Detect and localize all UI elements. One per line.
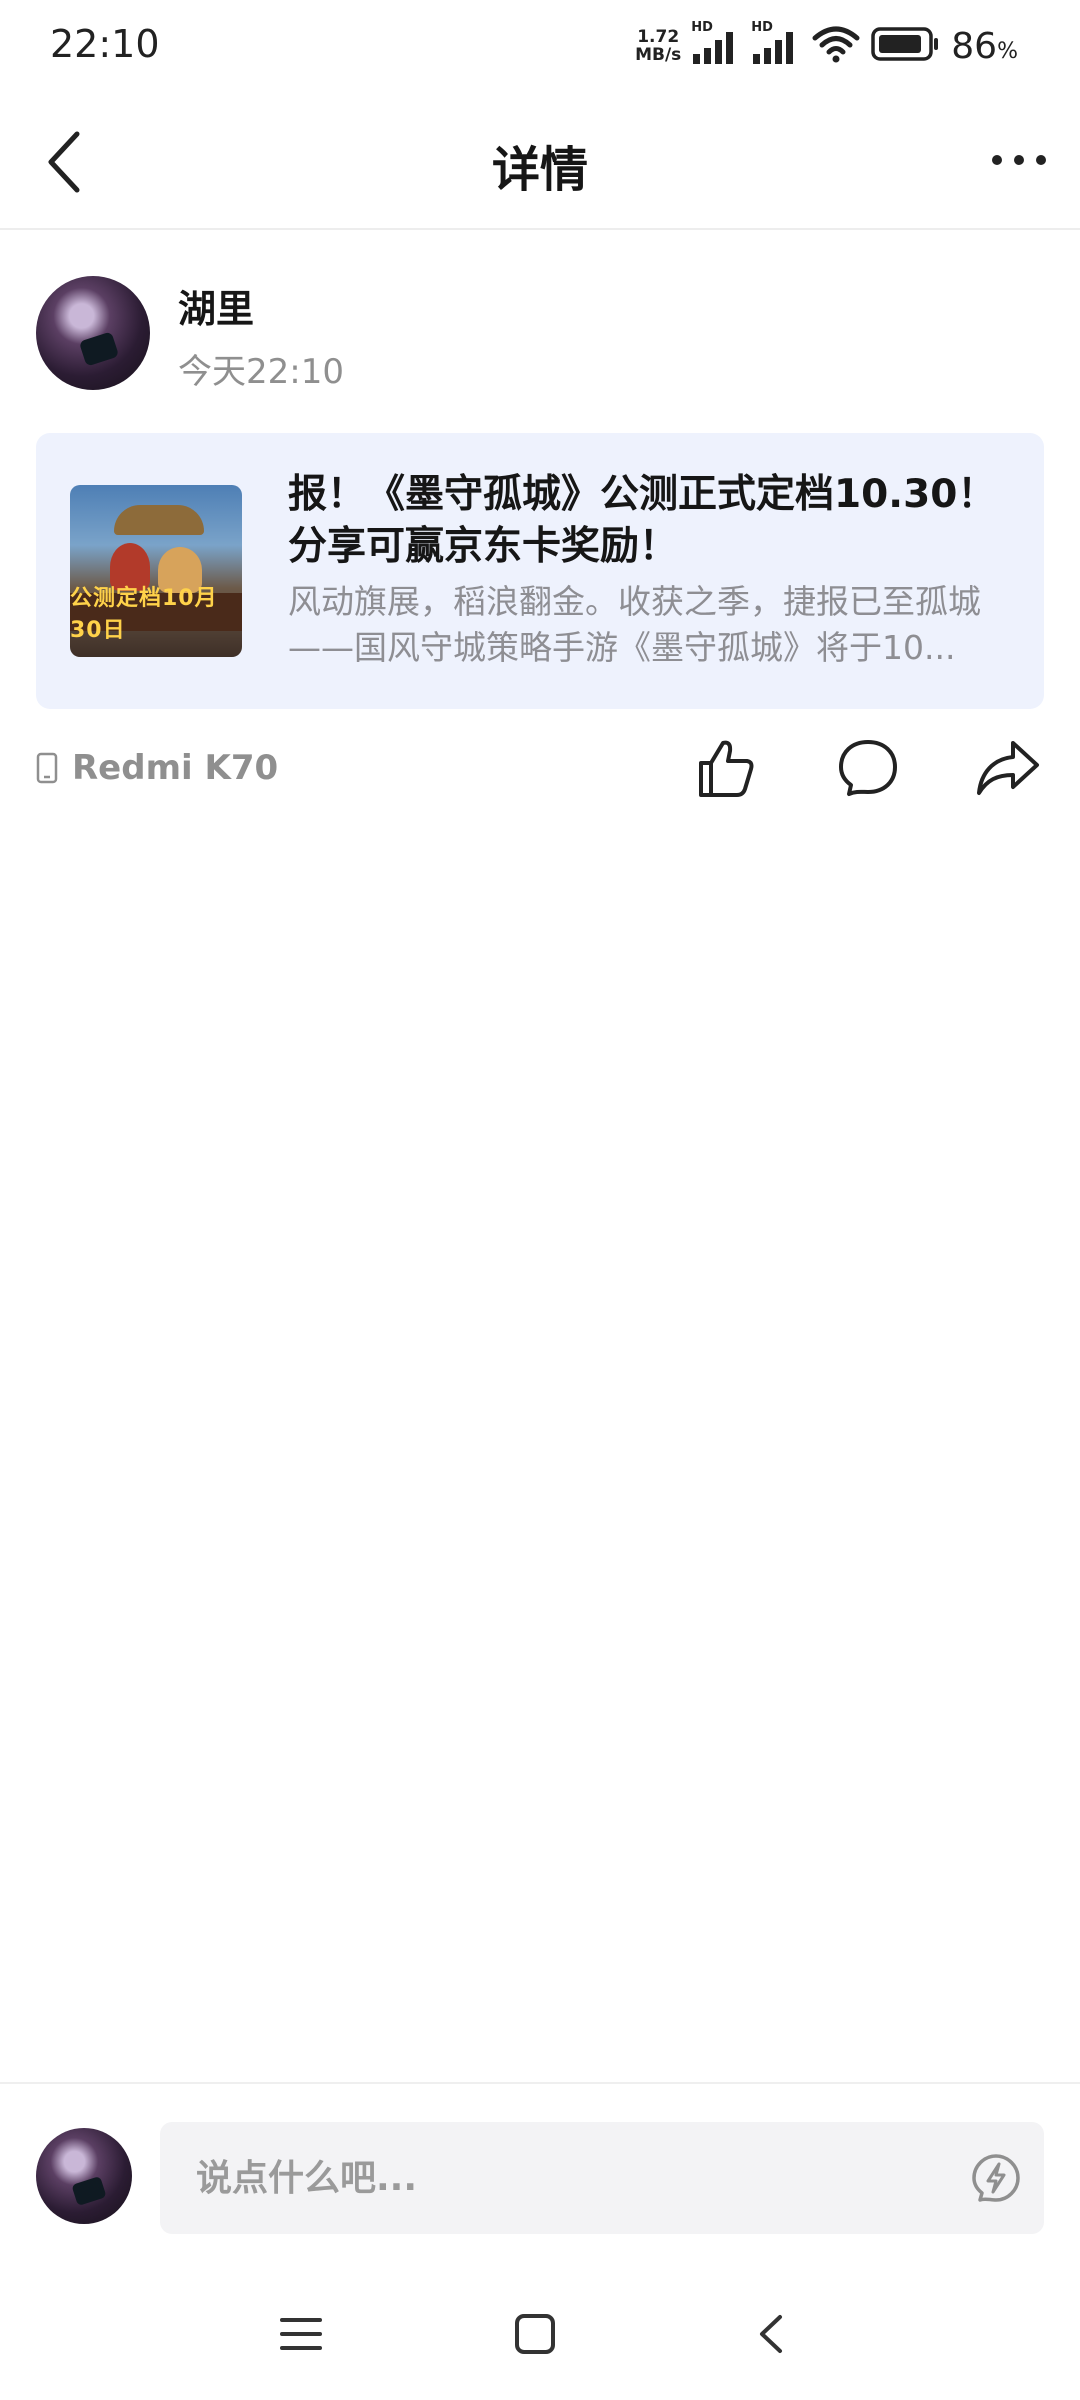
comment-input[interactable]: [160, 2122, 1044, 2234]
home-icon: [515, 2314, 555, 2354]
status-icons: 1.72 MB/s HD HD 86%: [635, 20, 1018, 70]
post-time: 今天22:10: [178, 352, 344, 392]
like-button[interactable]: [686, 728, 766, 808]
share-icon: [977, 741, 1039, 795]
article-title: 报！《墨守孤城》公测正式定档10.30！分享可赢京东卡奖励！: [288, 472, 997, 569]
status-bar: 22:10 1.72 MB/s HD HD 86%: [0, 0, 1080, 90]
comment-bar: [0, 2082, 1080, 2242]
network-speed-value: 1.72: [637, 27, 680, 47]
network-speed-unit: MB/s: [635, 45, 682, 65]
page-title: 详情: [491, 142, 588, 198]
battery-icon: [871, 26, 941, 66]
signal-icon-2: HD: [751, 20, 801, 66]
status-time: 22:10: [50, 22, 160, 66]
thumbnail-caption: 公测定档10月30日: [70, 586, 242, 643]
current-user-avatar[interactable]: [36, 2128, 132, 2224]
battery-percentage: 86%: [951, 26, 1018, 67]
quick-reply-button[interactable]: [968, 2150, 1024, 2206]
menu-icon: [280, 2318, 322, 2350]
article-description: 风动旗展，稻浪翻金。收获之季，捷报已至孤城——国风守城策略手游《墨守孤城》将于1…: [288, 582, 981, 667]
system-navigation-bar: [0, 2290, 1080, 2380]
lightning-icon: [972, 2154, 1020, 2202]
system-back-button[interactable]: [736, 2302, 806, 2366]
author-name[interactable]: 湖里: [178, 278, 254, 333]
back-icon: [760, 2315, 782, 2353]
device-name: Redmi K70: [72, 748, 279, 788]
thumbnail-roof-shape: [114, 505, 204, 535]
more-options-button[interactable]: [984, 140, 1054, 180]
comment-button[interactable]: [828, 728, 908, 808]
hd-label-2: HD: [751, 20, 773, 35]
share-button[interactable]: [968, 728, 1048, 808]
more-dots-icon: [992, 155, 1046, 165]
wifi-icon: [811, 24, 861, 68]
battery-percent-value: 86: [951, 25, 998, 67]
system-menu-button[interactable]: [266, 2302, 336, 2366]
top-navigation-bar: 详情: [0, 100, 1080, 230]
signal-icon: HD: [691, 20, 741, 66]
hd-label: HD: [691, 20, 713, 35]
screen: 22:10 1.72 MB/s HD HD 86% 详情 湖里 今天22:10 …: [0, 0, 1080, 2400]
network-speed: 1.72 MB/s: [635, 28, 681, 64]
like-icon: [699, 740, 754, 797]
article-thumbnail: 公测定档10月30日: [70, 485, 242, 657]
system-home-button[interactable]: [500, 2302, 570, 2366]
battery-percent-suffix: %: [997, 38, 1018, 64]
shared-article-card[interactable]: 公测定档10月30日 报！《墨守孤城》公测正式定档10.30！分享可赢京东卡奖励…: [36, 433, 1044, 709]
comment-icon: [839, 740, 897, 796]
device-info: Redmi K70: [36, 748, 278, 788]
phone-icon: [36, 752, 58, 784]
author-avatar[interactable]: [36, 276, 150, 390]
